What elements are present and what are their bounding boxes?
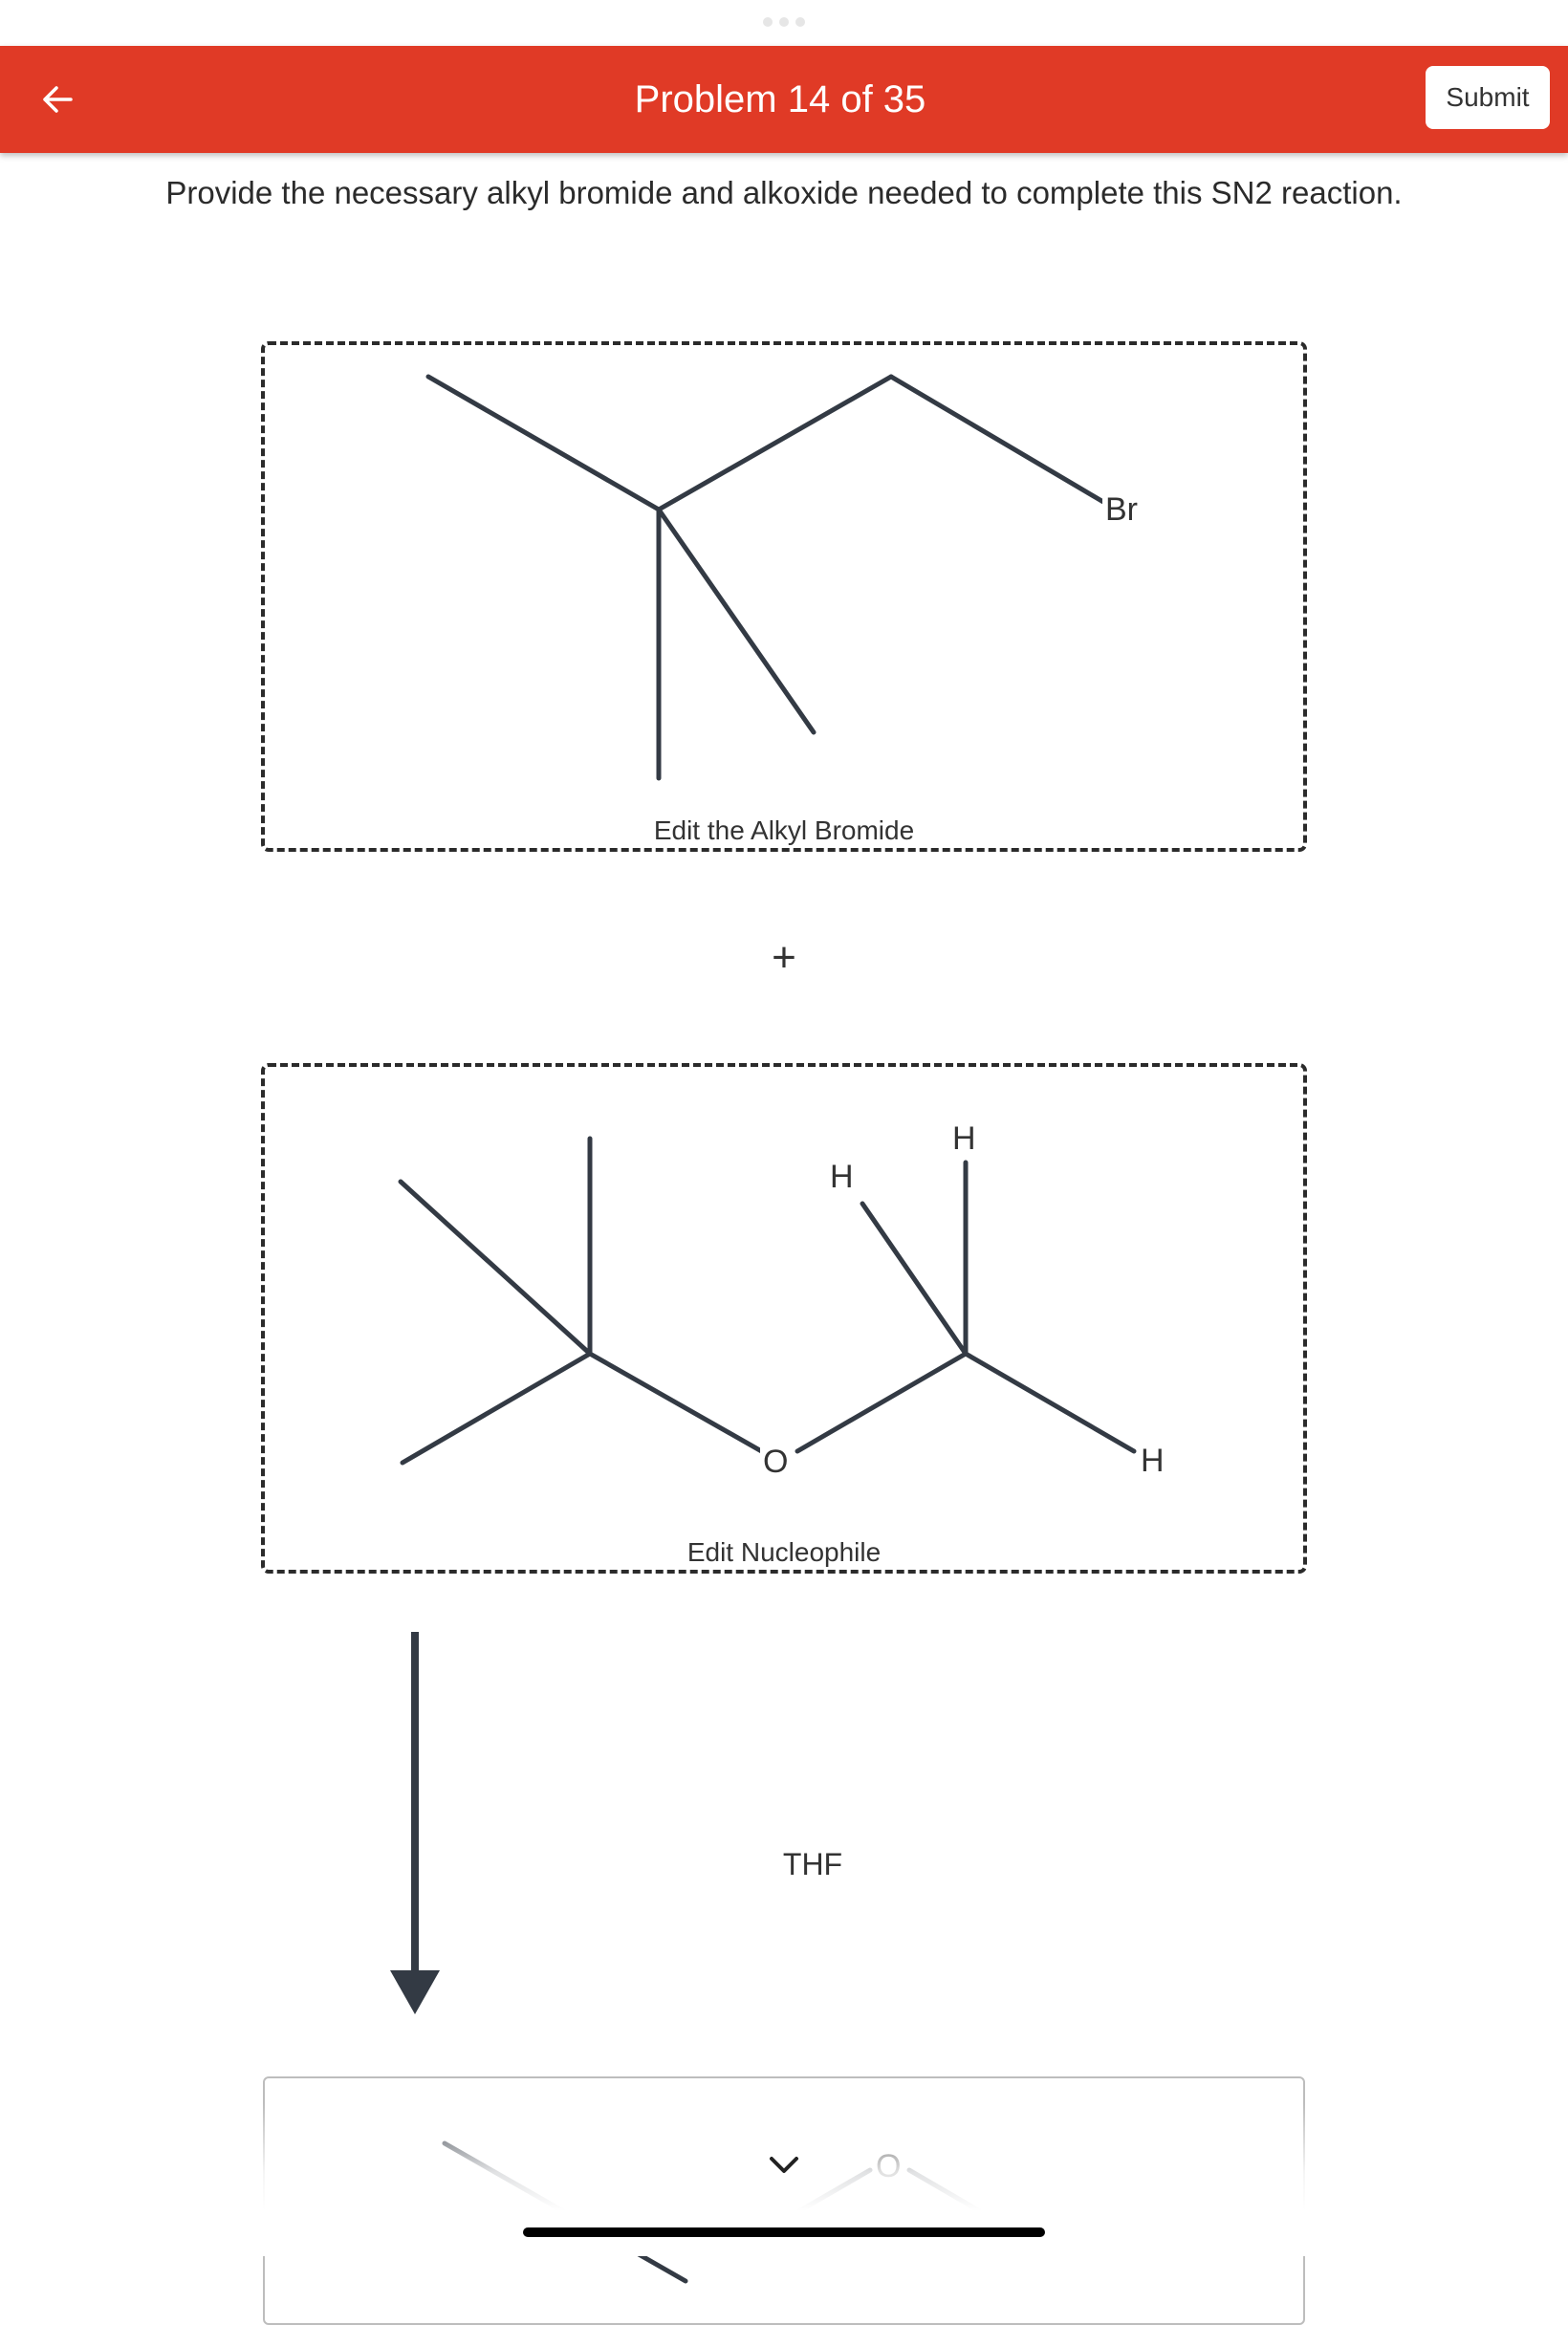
bond	[398, 1179, 593, 1357]
status-dots	[763, 17, 805, 27]
home-indicator	[523, 2227, 1045, 2237]
status-dot	[763, 17, 773, 27]
hydrogen-atom-label: H	[1138, 1442, 1167, 1480]
scroll-down-button[interactable]	[760, 2146, 808, 2184]
status-dot	[795, 17, 805, 27]
solvent-label: THF	[782, 1847, 843, 1881]
top-bar: Problem 14 of 35 Submit	[0, 46, 1568, 153]
bond	[425, 374, 662, 512]
hydrogen-atom-label: H	[949, 1119, 979, 1158]
nucleophile-edit-box[interactable]: H H O H Edit Nucleophile	[261, 1063, 1307, 1574]
bond	[860, 1201, 969, 1357]
plus-sign: +	[772, 934, 796, 981]
oxygen-atom-label: O	[760, 1443, 792, 1481]
bond	[888, 374, 1106, 505]
edit-nucleophile-label: Edit Nucleophile	[686, 1537, 882, 1567]
back-button[interactable]	[31, 73, 84, 126]
alkyl-bromide-edit-box[interactable]: Br Edit the Alkyl Bromide	[261, 341, 1307, 852]
status-dot	[779, 17, 789, 27]
bond	[963, 1351, 1137, 1454]
page-title: Problem 14 of 35	[634, 78, 926, 120]
problem-instruction: Provide the necessary alkyl bromide and …	[165, 175, 1403, 210]
submit-button[interactable]: Submit	[1426, 66, 1550, 129]
bond	[400, 1351, 593, 1466]
bond	[587, 1351, 774, 1460]
bond	[795, 1351, 969, 1454]
hydrogen-atom-label: H	[827, 1158, 857, 1196]
nucleophile-structure	[398, 1136, 1137, 1466]
arrow-left-icon	[43, 86, 73, 113]
bond	[656, 507, 817, 735]
bond	[656, 374, 894, 512]
chevron-down-icon	[770, 2157, 798, 2173]
edit-alkyl-bromide-label: Edit the Alkyl Bromide	[653, 815, 915, 845]
bromine-atom-label: Br	[1102, 490, 1141, 529]
reaction-arrow	[390, 1632, 440, 2014]
alkyl-bromide-structure	[425, 374, 1106, 781]
